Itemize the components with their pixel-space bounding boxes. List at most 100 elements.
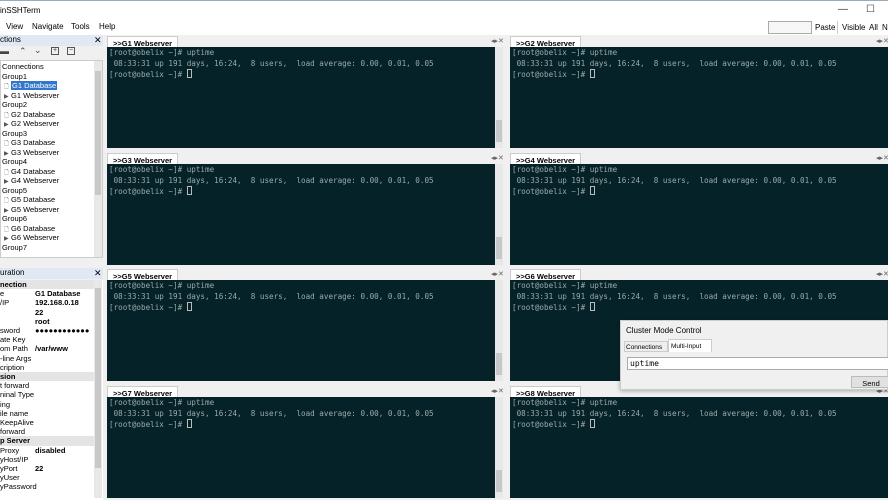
terminal-scrollbar[interactable] [495,47,503,148]
property-row[interactable]: t forward [0,381,96,390]
tree-item[interactable]: Group3 [2,129,27,138]
terminal-line: 08:33:31 up 191 days, 16:24, 8 users, lo… [512,291,837,301]
property-row[interactable]: om Path/var/www [0,344,96,353]
tree-item[interactable]: Connections [2,62,44,71]
terminal-line: [root@obelix ~]# [109,420,187,429]
all-button[interactable]: All [869,23,878,32]
property-row[interactable]: yHost/IP [0,455,96,464]
n-button[interactable]: N [882,23,888,32]
property-row[interactable]: yPassword [0,482,96,491]
property-value: disabled [35,445,66,455]
visible-button[interactable]: Visible [842,23,865,32]
property-row[interactable]: yUser [0,473,96,482]
close-icon[interactable]: ✕ [94,268,102,279]
tree-item-label: G4 Webserver [11,176,60,185]
tree-item[interactable]: ▶ G2 Webserver [4,119,59,128]
tab-multi-input[interactable]: Multi-Input [668,339,712,352]
send-button[interactable]: Send [851,376,888,388]
terminal-line: [root@obelix ~]# [109,303,187,312]
property-row[interactable]: ate Key [0,335,96,344]
tree-item[interactable]: Group2 [2,100,27,109]
tree-item-label: G5 Database [11,195,56,204]
multi-input-field[interactable]: uptime [627,357,888,370]
menu-navigate[interactable]: Navigate [32,22,64,31]
property-row[interactable]: root [0,317,96,326]
tree-item[interactable]: Group1 [2,72,27,81]
tab-nav-close-icon[interactable]: ◂▸✕ [876,154,888,162]
tree-item[interactable]: Group5 [2,186,27,195]
configuration-panel-title: uration [0,268,25,277]
tree-item[interactable]: ▶ G4 Webserver [4,176,59,185]
tab-nav-close-icon[interactable]: ◂▸✕ [491,154,504,162]
tab-nav-close-icon[interactable]: ◂▸✕ [491,270,504,278]
property-name: ile name [0,408,29,418]
menu-view[interactable]: View [6,22,23,31]
property-row[interactable]: ile name [0,409,96,418]
property-row[interactable]: cription [0,363,96,372]
tree-scrollbar[interactable] [94,61,102,257]
toolbar-input[interactable] [768,21,812,34]
property-row[interactable]: ninal Type [0,390,96,399]
property-row[interactable]: 22 [0,308,96,317]
tree-item[interactable]: Group6 [2,214,27,223]
menu-help[interactable]: Help [99,22,115,31]
properties-scrollbar[interactable] [94,280,102,498]
tab-nav-close-icon[interactable]: ◂▸✕ [876,37,888,45]
terminal-output[interactable]: [root@obelix ~]# uptime 08:33:31 up 191 … [107,164,503,265]
tree-item[interactable]: ▶ G5 Webserver [4,205,59,214]
property-row[interactable]: Proxy disabled [0,446,96,455]
tree-item[interactable]: ▶ G3 Webserver [4,148,59,157]
paste-button[interactable]: Paste [815,23,835,32]
toolbar-separator [837,21,838,34]
terminal-output[interactable]: [root@obelix ~]# uptime 08:33:31 up 191 … [107,47,503,148]
tab-nav-close-icon[interactable]: ◂▸✕ [876,270,888,278]
terminal-scrollbar[interactable] [495,397,503,498]
terminal-line: [root@obelix ~]# uptime [512,165,618,174]
tab-nav-close-icon[interactable]: ◂▸✕ [491,387,504,395]
property-name: ate Key [0,335,26,345]
property-row[interactable]: KeepAlive [0,418,96,427]
property-row[interactable]: e G1 Database [0,289,96,298]
property-row[interactable]: -line Args [0,354,96,363]
property-value: G1 Database [35,289,81,299]
property-row[interactable]: forward [0,427,96,436]
property-name: KeepAlive [0,418,34,427]
add-icon[interactable]: + [51,47,59,55]
terminal-line: [root@obelix ~]# uptime [512,398,618,407]
minimize-button[interactable]: — [838,4,848,15]
terminal-scrollbar[interactable] [495,164,503,265]
property-row[interactable]: /IP 192.168.0.18 [0,298,96,307]
terminal-output[interactable]: [root@obelix ~]# uptime 08:33:31 up 191 … [107,280,503,381]
property-row[interactable]: ing [0,400,96,409]
play-icon: ▶ [4,150,9,157]
tree-item[interactable]: Group4 [2,157,27,166]
property-name: om Path [0,344,28,354]
property-value: 22 [35,464,44,473]
tree-item[interactable]: ▶ G1 Webserver [4,91,59,100]
property-name: sword [0,326,21,335]
tree-item[interactable]: ▶ G6 Webserver [4,233,59,242]
tree-item[interactable]: Group7 [2,243,27,252]
dialog-title: Cluster Mode Control [626,326,702,335]
close-icon[interactable]: ✕ [94,35,102,46]
terminal-line: 08:33:31 up 191 days, 16:24, 8 users, lo… [109,58,434,68]
terminal-scrollbar[interactable] [495,280,503,381]
terminal-output[interactable]: [root@obelix ~]# uptime 08:33:31 up 191 … [510,397,888,498]
terminal-output[interactable]: [root@obelix ~]# uptime 08:33:31 up 191 … [510,47,888,148]
maximize-button[interactable]: ☐ [866,4,875,15]
terminal-output[interactable]: [root@obelix ~]# uptime 08:33:31 up 191 … [107,397,503,498]
cursor-icon [186,419,192,428]
property-row[interactable]: sword ●●●●●●●●●●●● [0,326,96,335]
tab-nav-close-icon[interactable]: ◂▸✕ [491,37,504,45]
chevron-down-icon[interactable]: ⌄ [34,45,42,56]
property-name: t forward [0,381,30,391]
play-icon: ▶ [4,93,9,100]
property-row[interactable]: yPort 22 [0,464,96,473]
tab-connections[interactable]: Connections [624,341,668,352]
folder-icon[interactable]: ▬ [0,46,9,56]
terminal-line: [root@obelix ~]# uptime [512,281,618,290]
menu-tools[interactable]: Tools [71,22,90,31]
chevron-up-icon[interactable]: ⌃ [19,46,27,57]
remove-icon[interactable]: − [67,47,75,55]
terminal-output[interactable]: [root@obelix ~]# uptime 08:33:31 up 191 … [510,164,888,265]
